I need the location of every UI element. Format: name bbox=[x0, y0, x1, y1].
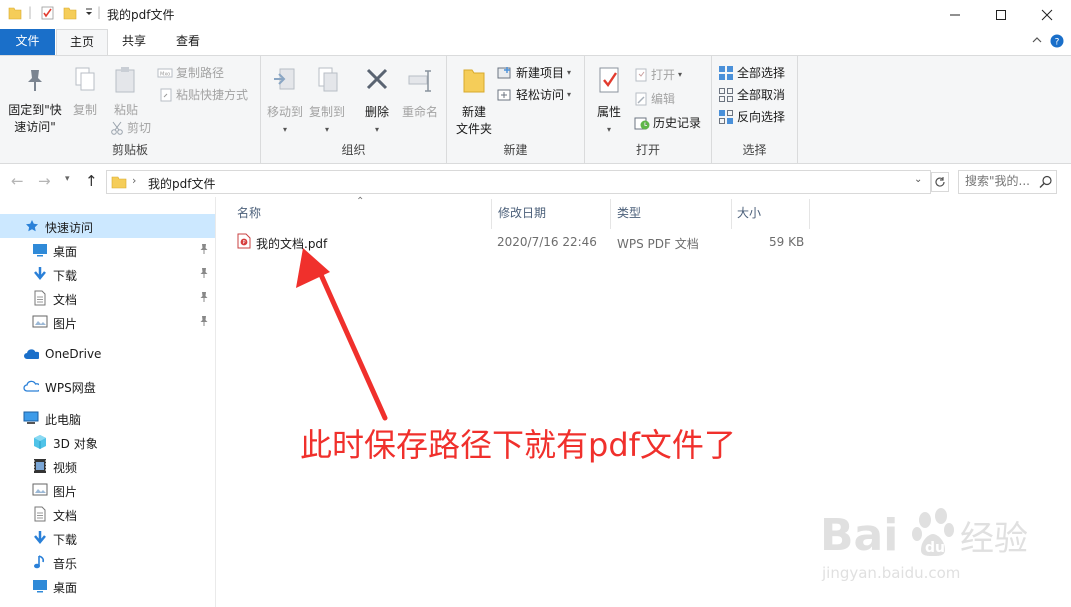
annotation-text: 此时保存路径下就有pdf文件了 bbox=[300, 426, 736, 464]
svg-text:jingyan.baidu.com: jingyan.baidu.com bbox=[821, 564, 960, 582]
svg-text:经验: 经验 bbox=[960, 519, 1028, 559]
svg-text:Bai: Bai bbox=[820, 510, 898, 561]
svg-text:du: du bbox=[925, 540, 945, 556]
baidu-jingyan-watermark-logo: Bai du 经验 jingyan.baidu.com bbox=[820, 508, 1028, 582]
